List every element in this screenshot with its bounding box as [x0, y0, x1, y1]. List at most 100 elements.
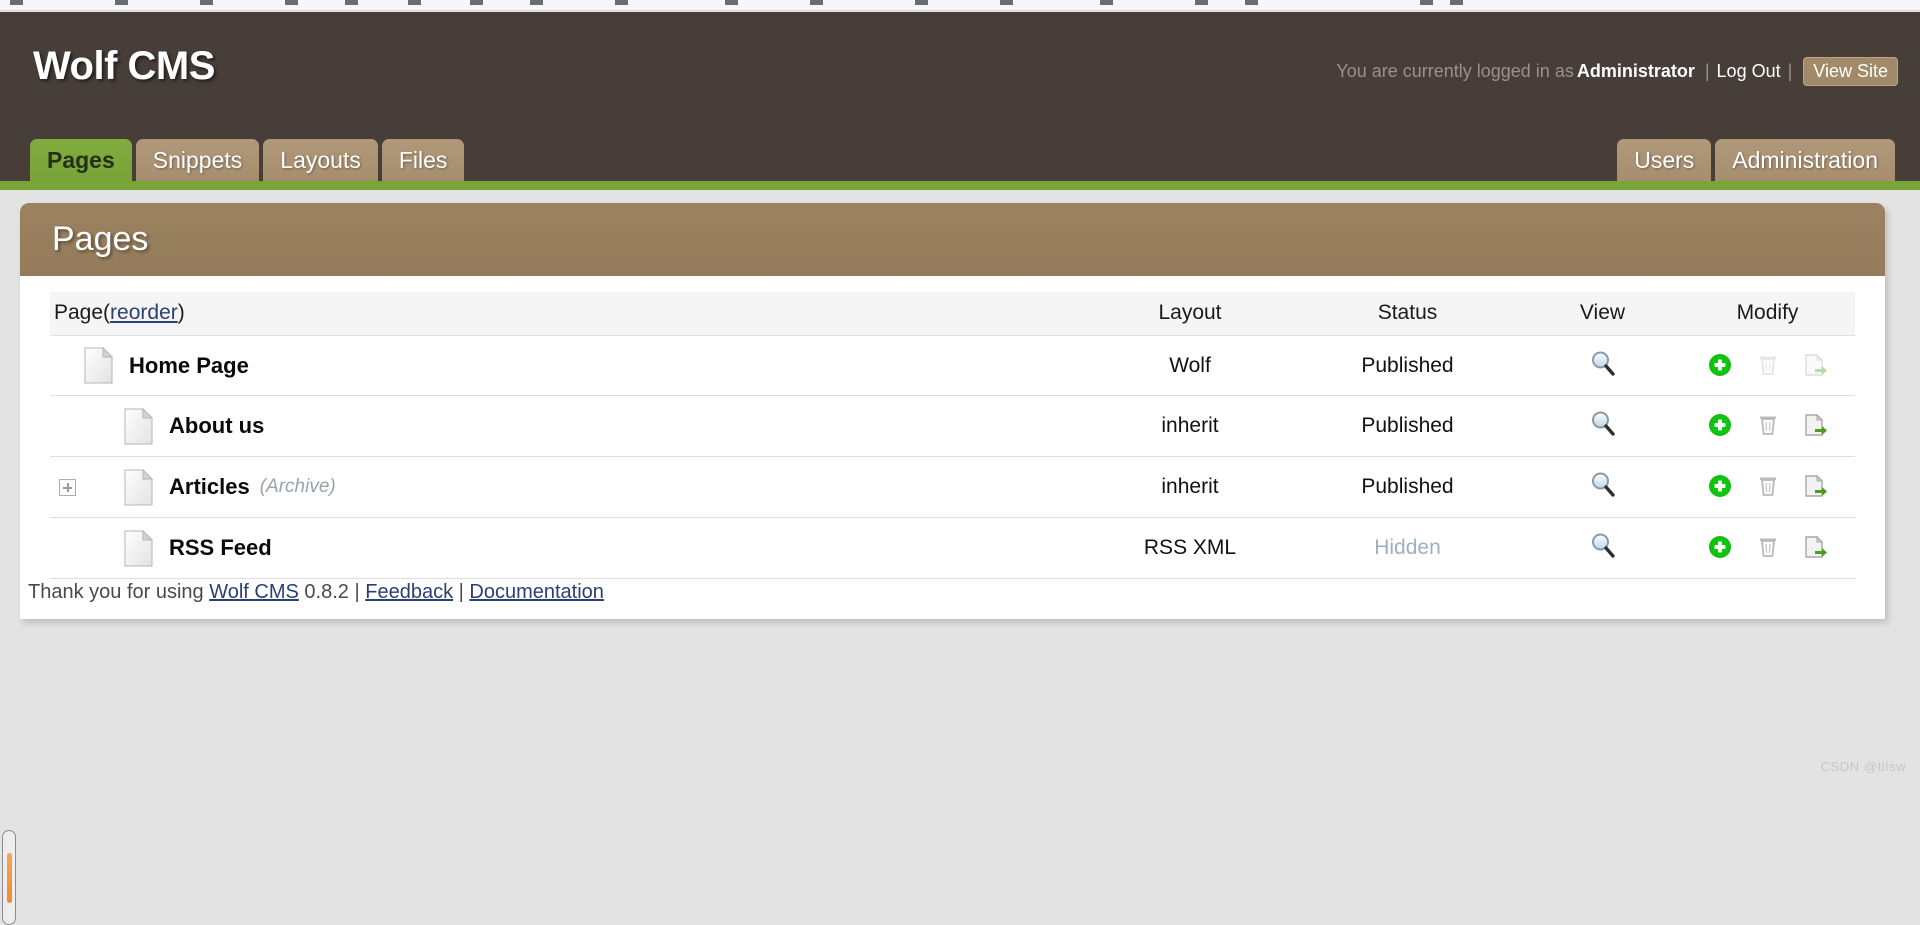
modify-cell: [1680, 395, 1855, 457]
tab-pages[interactable]: Pages: [30, 139, 132, 181]
tab-users[interactable]: Users: [1617, 139, 1712, 181]
bookmark-item[interactable]: [1245, 0, 1258, 5]
table-row: Articles (Archive) inherit Published: [50, 456, 1855, 518]
app-header: Wolf CMS You are currently logged in as …: [0, 12, 1920, 181]
magnifier-icon[interactable]: [1590, 410, 1616, 436]
view-site-button[interactable]: View Site: [1803, 57, 1898, 86]
browser-bookmarks-strip: [0, 0, 1920, 11]
magnifier-icon[interactable]: [1590, 471, 1616, 497]
bookmark-item[interactable]: [408, 0, 421, 5]
add-page-icon[interactable]: [1707, 474, 1733, 500]
magnifier-icon[interactable]: [1590, 350, 1616, 376]
column-header-modify: Modify: [1680, 292, 1855, 336]
logged-in-username: Administrator: [1576, 61, 1695, 81]
page-name-cell: About us: [50, 395, 1090, 457]
active-tab-underline: [0, 181, 1920, 190]
page-title-link[interactable]: About us: [169, 413, 264, 439]
header-separator-1: |: [1704, 61, 1710, 81]
page-title-link[interactable]: Home Page: [129, 353, 249, 379]
tab-administration[interactable]: Administration: [1715, 139, 1895, 181]
modify-cell: [1680, 335, 1855, 396]
table-row: Home Page Wolf Published: [50, 335, 1855, 396]
bookmark-item[interactable]: [200, 0, 213, 5]
bookmark-item[interactable]: [470, 0, 483, 5]
bookmark-item[interactable]: [725, 0, 738, 5]
add-page-icon[interactable]: [1707, 353, 1733, 379]
scrollbar-thumb[interactable]: [7, 853, 12, 903]
bookmark-item[interactable]: [1420, 0, 1433, 5]
document-icon: [84, 347, 113, 384]
bookmark-item[interactable]: [810, 0, 823, 5]
move-page-icon: [1803, 353, 1829, 379]
view-cell: [1525, 456, 1680, 518]
move-page-icon[interactable]: [1803, 535, 1829, 561]
app-brand-title: Wolf CMS: [33, 44, 215, 88]
move-page-icon[interactable]: [1803, 413, 1829, 439]
bookmark-item[interactable]: [1195, 0, 1208, 5]
login-status-text: You are currently logged in as: [1336, 61, 1574, 81]
column-header-status: Status: [1290, 292, 1525, 336]
page-name-cell: RSS Feed: [50, 517, 1090, 579]
login-status-bar: You are currently logged in as Administr…: [1336, 57, 1898, 86]
delete-page-icon[interactable]: [1755, 413, 1781, 439]
bookmark-item[interactable]: [345, 0, 358, 5]
document-icon: [124, 407, 153, 445]
bookmark-item[interactable]: [915, 0, 928, 5]
add-page-icon[interactable]: [1707, 535, 1733, 561]
document-icon: [124, 529, 153, 567]
add-page-icon[interactable]: [1707, 413, 1733, 439]
bookmark-item[interactable]: [615, 0, 628, 5]
delete-page-icon[interactable]: [1755, 535, 1781, 561]
documentation-link[interactable]: Documentation: [469, 581, 604, 603]
column-header-view: View: [1525, 292, 1680, 336]
footer-version: 0.8.2: [304, 581, 349, 603]
pages-table: Page(reorder) Layout Status View Modify …: [50, 292, 1855, 579]
bookmark-item[interactable]: [1100, 0, 1113, 5]
document-icon: [124, 468, 153, 506]
tab-layouts[interactable]: Layouts: [263, 139, 378, 181]
move-page-icon[interactable]: [1803, 474, 1829, 500]
modify-cell: [1680, 456, 1855, 518]
layout-cell: RSS XML: [1090, 517, 1290, 579]
bookmark-item[interactable]: [530, 0, 543, 5]
view-cell: [1525, 517, 1680, 579]
page-name-cell: Home Page: [50, 335, 1090, 396]
bookmark-item[interactable]: [285, 0, 298, 5]
expander-slot: [50, 478, 84, 496]
status-cell: Hidden: [1290, 517, 1525, 579]
table-row: RSS Feed RSS XML Hidden: [50, 517, 1855, 579]
tab-files[interactable]: Files: [381, 139, 465, 181]
page-type-tag: (Archive): [259, 476, 336, 497]
pages-panel: Pages Page(reorder) Layout Status View M…: [20, 203, 1885, 619]
delete-page-icon[interactable]: [1755, 474, 1781, 500]
primary-tab-bar: Pages Snippets Layouts Files: [30, 135, 465, 181]
magnifier-icon[interactable]: [1590, 532, 1616, 558]
view-cell: [1525, 395, 1680, 457]
header-separator-2: |: [1787, 61, 1793, 81]
bookmark-item[interactable]: [1450, 0, 1463, 5]
reorder-paren-close: ): [177, 301, 185, 324]
layout-cell: inherit: [1090, 456, 1290, 518]
status-cell: Published: [1290, 335, 1525, 396]
page-title-link[interactable]: Articles: [169, 474, 250, 500]
pages-table-head: Page(reorder) Layout Status View Modify: [50, 292, 1855, 336]
bookmark-item[interactable]: [1000, 0, 1013, 5]
bookmark-item[interactable]: [10, 0, 23, 5]
delete-page-icon: [1755, 353, 1781, 379]
watermark: CSDN @tllsw: [1820, 759, 1906, 774]
vertical-scrollbar[interactable]: [2, 830, 16, 925]
footer-separator-1: |: [354, 581, 360, 603]
feedback-link[interactable]: Feedback: [365, 581, 453, 603]
page-body: Pages Page(reorder) Layout Status View M…: [0, 190, 1920, 925]
bookmark-item[interactable]: [115, 0, 128, 5]
expand-plus-icon[interactable]: [58, 478, 76, 496]
table-row: About us inherit Published: [50, 395, 1855, 457]
wolf-cms-link[interactable]: Wolf CMS: [209, 581, 299, 603]
log-out-link[interactable]: Log Out: [1717, 61, 1781, 82]
page-title-link[interactable]: RSS Feed: [169, 535, 272, 561]
status-cell: Published: [1290, 395, 1525, 457]
reorder-link[interactable]: reorder: [110, 301, 178, 324]
tab-snippets[interactable]: Snippets: [135, 139, 260, 181]
footer-separator-2: |: [458, 581, 464, 603]
layout-cell: Wolf: [1090, 335, 1290, 396]
